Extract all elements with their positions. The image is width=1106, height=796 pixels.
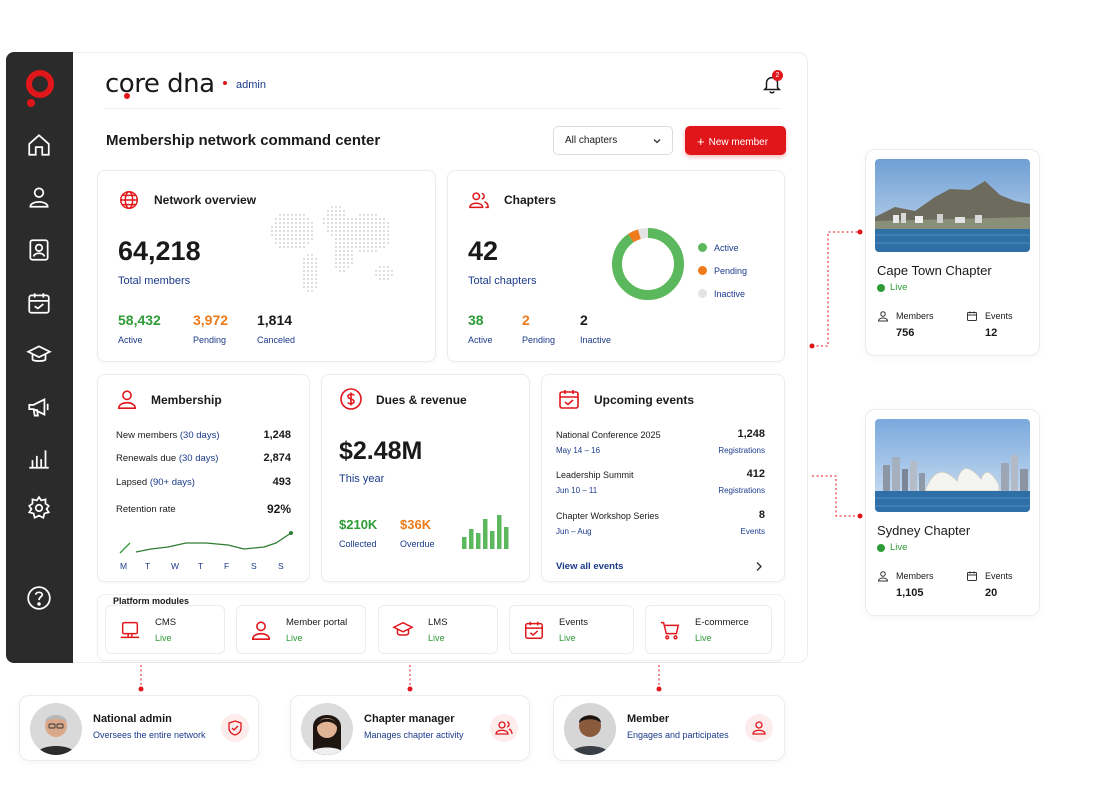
role-title: Chapter manager xyxy=(364,713,455,725)
live-status-dot xyxy=(877,544,885,552)
events-label: Events xyxy=(985,311,1013,321)
role-title: Member xyxy=(627,713,670,725)
user-icon xyxy=(745,714,773,742)
members-label: Members xyxy=(896,571,934,581)
live-status-dot xyxy=(877,284,885,292)
role-card-member[interactable]: Member Engages and participates xyxy=(553,695,785,761)
role-card-national-admin[interactable]: National admin Oversees the entire netwo… xyxy=(19,695,259,761)
events-value: 20 xyxy=(985,587,998,599)
role-subtitle: Manages chapter activity xyxy=(364,730,464,740)
user-icon xyxy=(877,570,889,582)
chapter-name: Sydney Chapter xyxy=(877,523,971,538)
role-subtitle: Engages and participates xyxy=(627,730,729,740)
user-icon xyxy=(877,310,889,322)
avatar xyxy=(30,703,82,755)
chapter-name: Cape Town Chapter xyxy=(877,263,992,278)
role-card-chapter-manager[interactable]: Chapter manager Manages chapter activity xyxy=(290,695,530,761)
chapter-status: Live xyxy=(890,282,908,293)
calendar-icon xyxy=(966,310,978,322)
users-icon xyxy=(490,714,518,742)
connector-lines xyxy=(138,229,863,692)
members-value: 1,105 xyxy=(896,587,924,599)
role-title: National admin xyxy=(93,713,172,725)
chapter-status: Live xyxy=(890,542,908,553)
shield-icon xyxy=(221,714,249,742)
avatar xyxy=(301,703,353,755)
cape-town-photo xyxy=(875,159,1030,252)
members-label: Members xyxy=(896,311,934,321)
chapter-card-cape-town[interactable]: Cape Town Chapter Live Members 756 Event… xyxy=(865,149,1040,356)
avatar xyxy=(564,703,616,755)
sydney-photo xyxy=(875,419,1030,512)
chapter-card-sydney[interactable]: Sydney Chapter Live Members 1,105 Events… xyxy=(865,409,1040,616)
events-value: 12 xyxy=(985,327,998,339)
calendar-icon xyxy=(966,570,978,582)
events-label: Events xyxy=(985,571,1013,581)
members-value: 756 xyxy=(896,327,915,339)
role-subtitle: Oversees the entire network xyxy=(93,730,206,740)
